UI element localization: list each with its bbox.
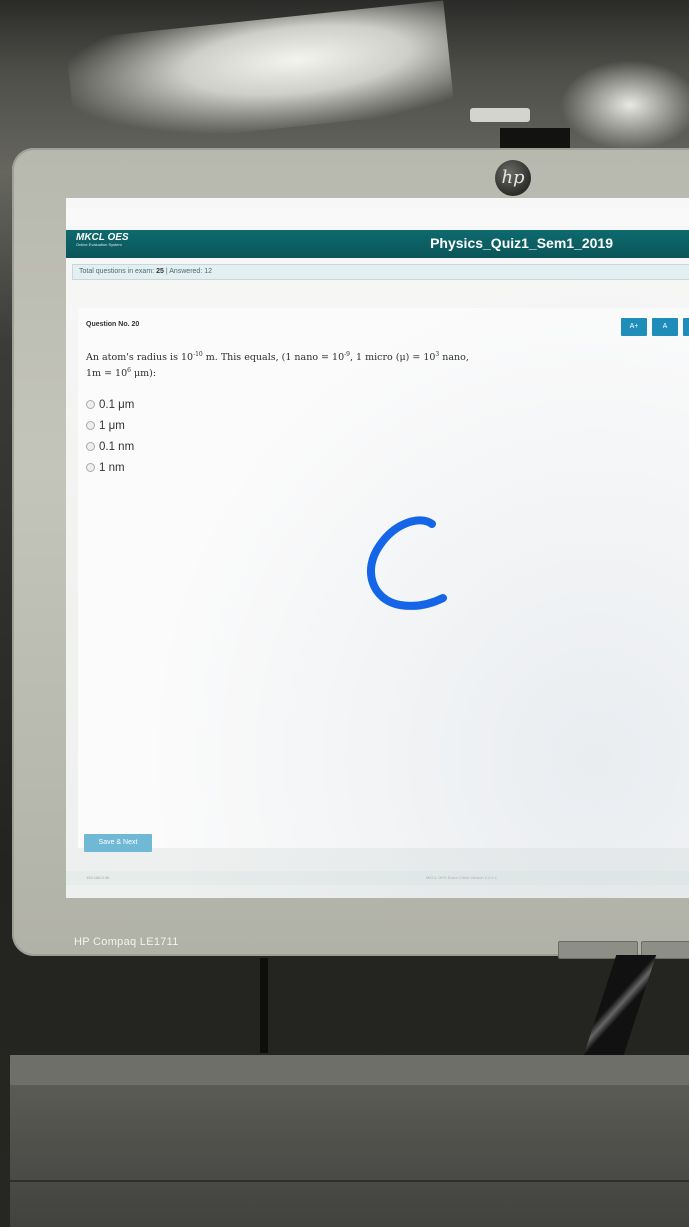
exam-title: Physics_Quiz1_Sem1_2019 [430, 235, 613, 251]
question-text: An atom's radius is 10-10 m. This equals… [86, 348, 556, 380]
answer-option[interactable]: 0.1 μm [86, 394, 134, 415]
answer-options: 0.1 μm 1 μm 0.1 nm 1 nm [86, 394, 134, 478]
desk [10, 1085, 689, 1227]
exponent: -10 [193, 351, 203, 358]
question-panel: Question No. 20 A+ A An atom's radius is… [78, 308, 689, 848]
total-questions-value: 25 [156, 268, 164, 275]
logo-subtext: Online Evaluation System [76, 242, 122, 247]
answer-option-label: 1 nm [99, 461, 125, 474]
webcam-mount [470, 108, 530, 122]
answered-value: 12 [204, 268, 213, 275]
answer-option-label: 0.1 μm [99, 398, 135, 411]
answered-label: | Answered: [165, 268, 203, 275]
desk-edge [10, 1055, 689, 1085]
question-text-part: 1m = 10 [86, 368, 128, 380]
answer-option[interactable]: 0.1 nm [86, 436, 134, 457]
font-normal-button[interactable]: A [652, 318, 678, 336]
radio-button-icon[interactable] [86, 421, 95, 430]
footer-version: MKCL OES Exam Client Version 2.0.0.1 [426, 875, 497, 880]
radio-button-icon[interactable] [86, 442, 95, 451]
total-questions-label: Total questions in exam: [79, 268, 155, 275]
monitor-brand-label: HP Compaq LE1711 [74, 936, 179, 948]
font-decrease-button[interactable] [683, 318, 689, 336]
question-text-part: An atom's radius is 10 [86, 352, 194, 364]
answer-option-label: 1 μm [99, 419, 125, 432]
app-logo: MKCL OES Online Evaluation System [76, 232, 129, 247]
browser-top-strip [66, 208, 689, 226]
answer-option[interactable]: 1 μm [86, 415, 134, 436]
question-text-part: nano, [439, 352, 469, 364]
save-next-button[interactable]: Save & Next [84, 834, 152, 852]
question-text-part: m. This equals, (1 nano = 10 [202, 352, 345, 364]
question-number: Question No. 20 [86, 321, 140, 328]
monitor-cable [260, 958, 268, 1053]
answer-option-label: 0.1 nm [99, 440, 135, 453]
desk-seam [10, 1180, 689, 1182]
app-footer: 192.168.0.36 MKCL OES Exam Client Versio… [66, 871, 689, 885]
radio-button-icon[interactable] [86, 400, 95, 409]
radio-button-icon[interactable] [86, 463, 95, 472]
app-header: MKCL OES Online Evaluation System Physic… [66, 230, 689, 258]
hp-logo-icon: hp [495, 160, 531, 196]
monitor-screen: MKCL OES Online Evaluation System Physic… [66, 198, 689, 898]
question-text-part: , 1 micro (μ) = 10 [349, 352, 436, 364]
ceiling-light [560, 60, 689, 150]
answer-option[interactable]: 1 nm [86, 457, 134, 478]
exam-status-bar: Total questions in exam: 25 | Answered: … [72, 264, 689, 280]
question-text-part: μm): [130, 368, 157, 380]
font-increase-button[interactable]: A+ [621, 318, 647, 336]
footer-ip: 192.168.0.36 [86, 875, 110, 880]
